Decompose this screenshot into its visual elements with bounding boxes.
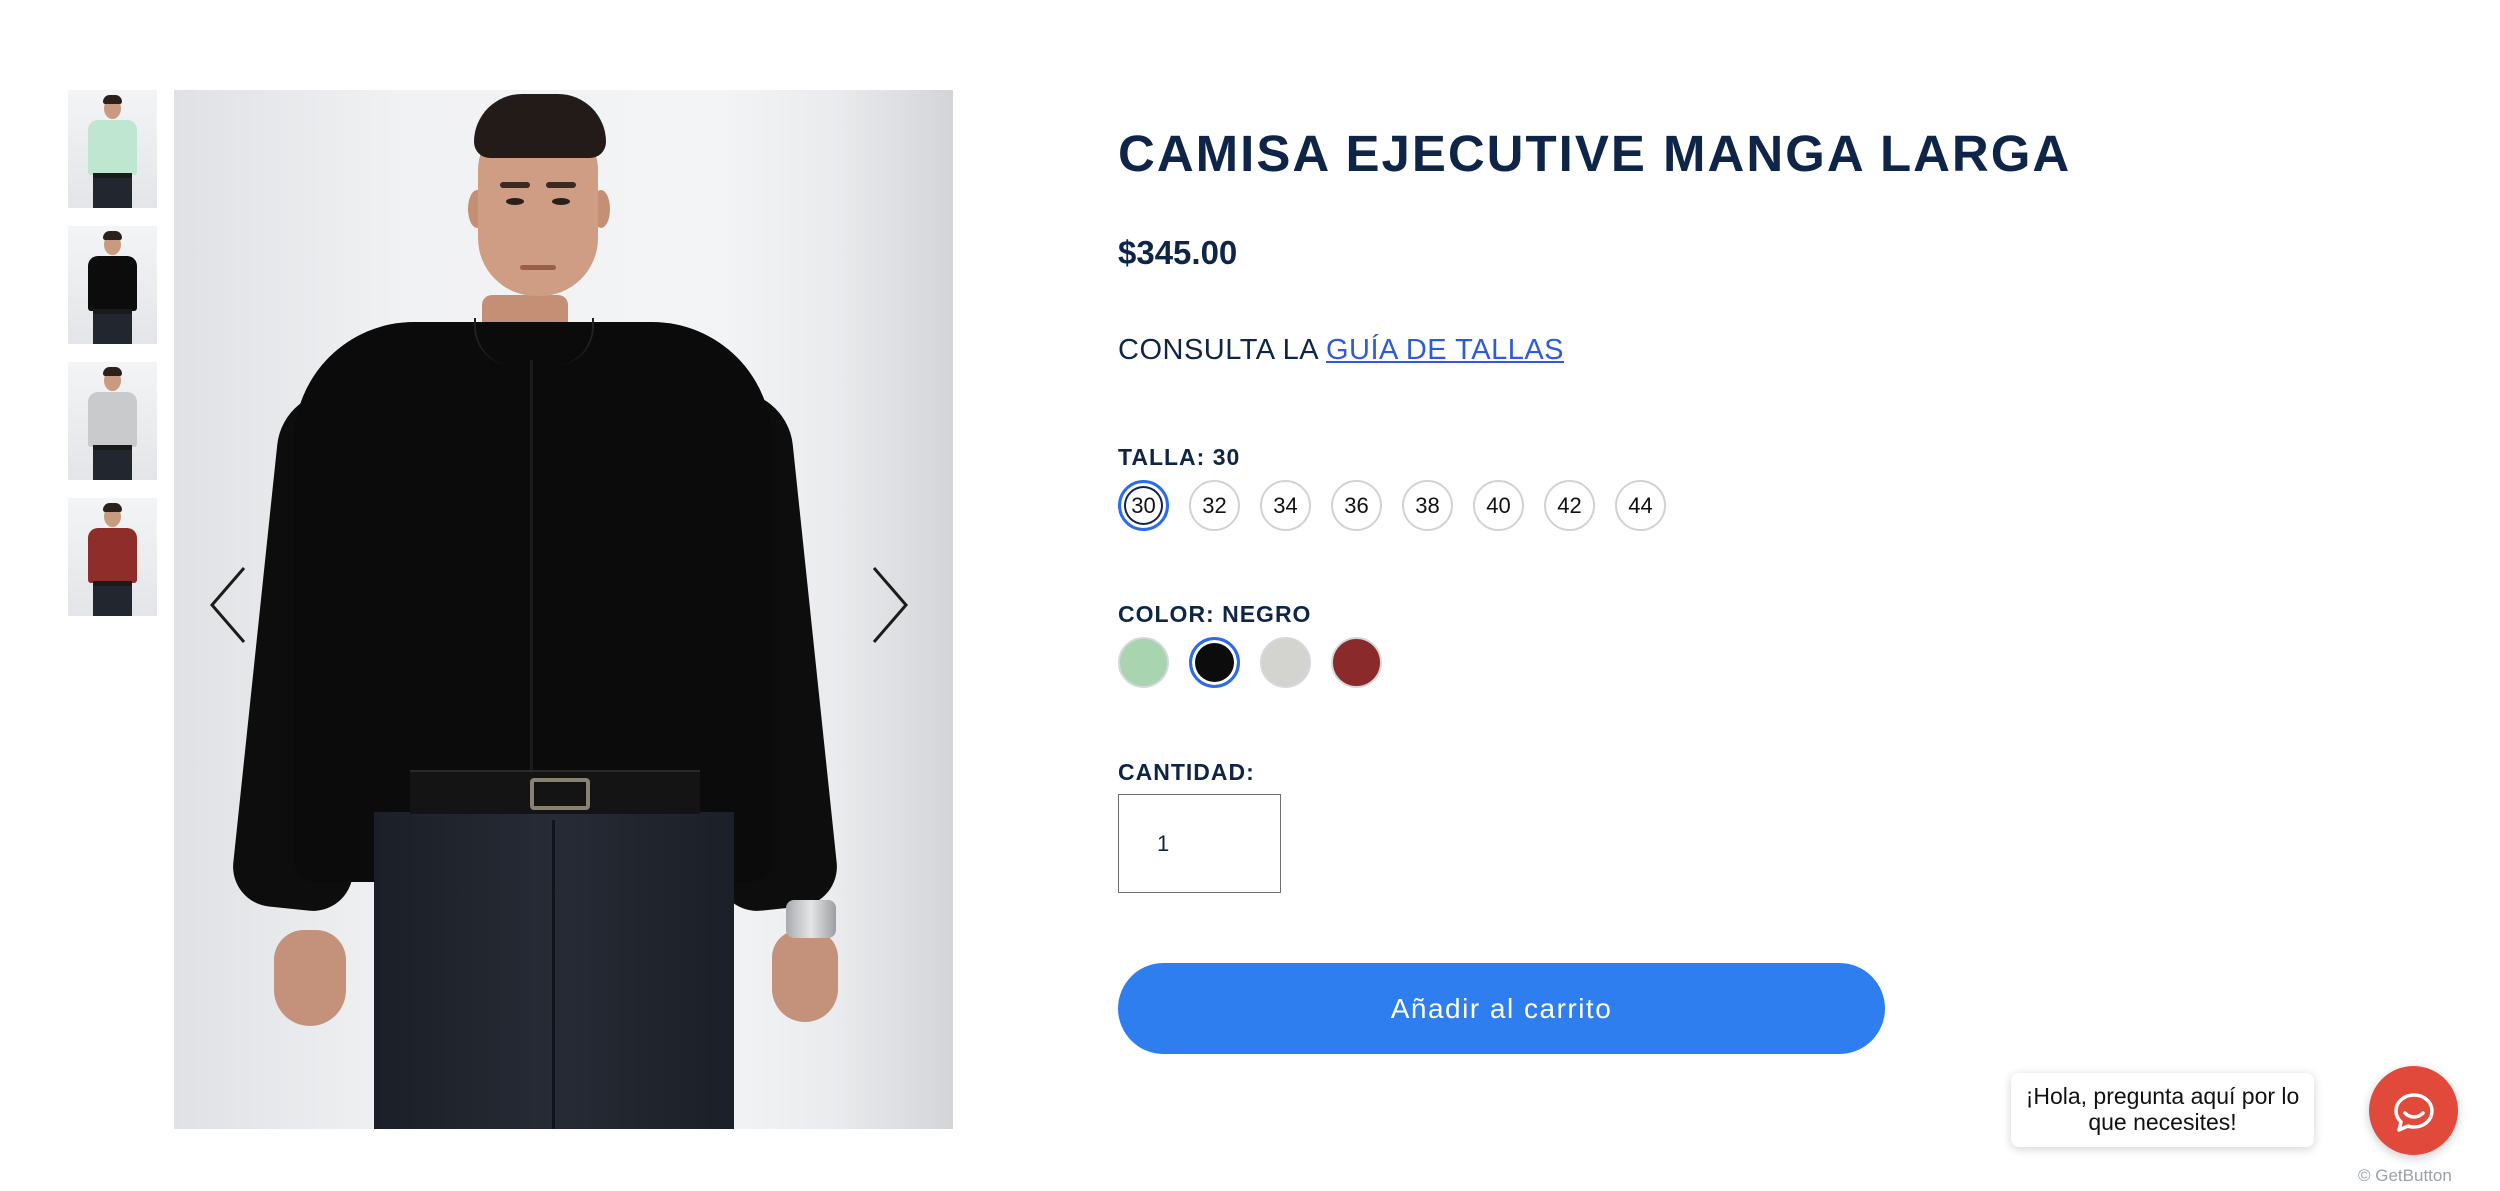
color-swatch-rojo[interactable] (1331, 637, 1382, 688)
thumbnail-4[interactable] (68, 498, 157, 616)
color-swatch-negro[interactable] (1189, 637, 1240, 688)
size-option-38[interactable]: 38 (1402, 480, 1453, 531)
chevron-right-icon[interactable] (858, 560, 918, 650)
size-selector: 30 32 34 36 38 40 42 44 (1118, 480, 1666, 531)
thumbnail-3[interactable] (68, 362, 157, 480)
quantity-label: CANTIDAD: (1118, 759, 1255, 785)
getbutton-brand: © GetButton (2358, 1166, 2452, 1185)
size-option-44[interactable]: 44 (1615, 480, 1666, 531)
size-option-30[interactable]: 30 (1118, 480, 1169, 531)
color-selector (1118, 637, 1382, 688)
color-label: COLOR: NEGRO (1118, 601, 1312, 627)
size-guide-prefix: CONSULTA LA (1118, 334, 1326, 366)
chat-icon (2393, 1092, 2434, 1132)
size-option-40[interactable]: 40 (1473, 480, 1524, 531)
chevron-left-icon[interactable] (200, 560, 260, 650)
product-price: $345.00 (1118, 234, 1238, 271)
size-option-34[interactable]: 34 (1260, 480, 1311, 531)
size-guide-link[interactable]: GUÍA DE TALLAS (1326, 334, 1564, 366)
product-title: CAMISA EJECUTIVE MANGA LARGA (1118, 125, 2072, 182)
color-swatch-gris[interactable] (1260, 637, 1311, 688)
chat-button[interactable] (2369, 1066, 2458, 1155)
color-swatch-verde[interactable] (1118, 637, 1169, 688)
chat-greeting-bubble[interactable]: ¡Hola, pregunta aquí por lo que necesite… (2011, 1073, 2314, 1147)
size-guide-text: CONSULTA LA GUÍA DE TALLAS (1118, 334, 1564, 367)
quantity-input[interactable] (1118, 794, 1281, 893)
thumbnail-2[interactable] (68, 226, 157, 344)
thumbnail-1[interactable] (68, 90, 157, 208)
size-option-42[interactable]: 42 (1544, 480, 1595, 531)
add-to-cart-button[interactable]: Añadir al carrito (1118, 963, 1885, 1054)
size-option-32[interactable]: 32 (1189, 480, 1240, 531)
product-main-image (174, 90, 953, 1129)
size-label: TALLA: 30 (1118, 444, 1241, 470)
size-option-36[interactable]: 36 (1331, 480, 1382, 531)
